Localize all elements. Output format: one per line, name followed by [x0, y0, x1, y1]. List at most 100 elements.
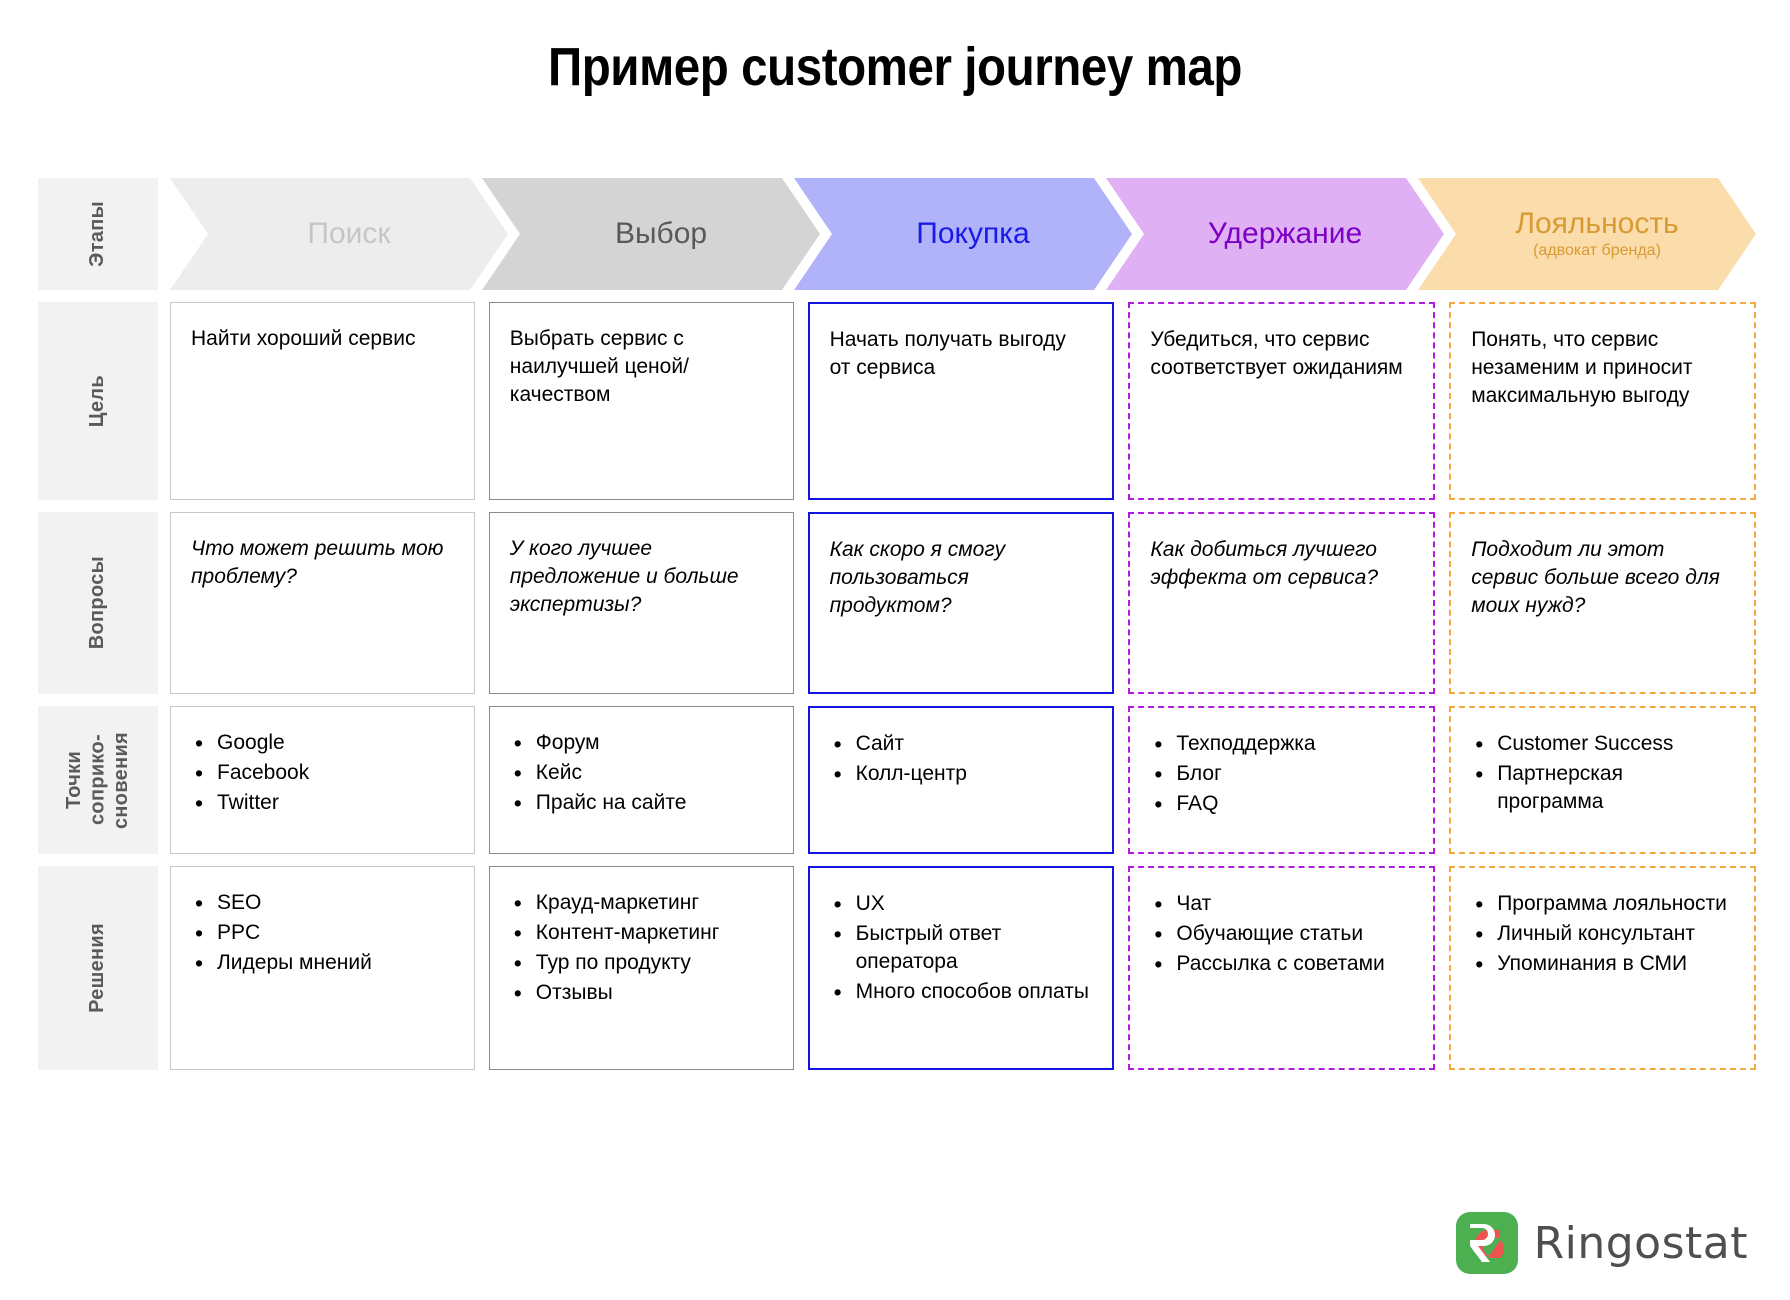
row-cells: GoogleFacebookTwitter ФорумКейсПрайс на с… [170, 706, 1756, 854]
cell-r4-c5[interactable]: Программа лояльностиЛичный консультантУп… [1449, 866, 1756, 1070]
row-cells: Что может решить мою проблему? У кого луч… [170, 512, 1756, 694]
stage-arrow-1[interactable]: Поиск [170, 178, 508, 290]
stage-arrow-3[interactable]: Покупка [794, 178, 1132, 290]
cell-r4-c4[interactable]: ЧатОбучающие статьиРассылка с советами [1128, 866, 1436, 1070]
row-label-4: Решения [38, 866, 158, 1070]
cell-r2-c3[interactable]: Как скоро я смогу пользоваться продуктом… [807, 512, 1115, 694]
stage-label: Удержание [1207, 217, 1363, 251]
cell-r4-c2[interactable]: Крауд-маркетингКонтент-маркетингТур по п… [488, 866, 794, 1070]
list-item: Тур по продукту [510, 948, 773, 978]
stage-arrows: Поиск Выбор Покупка Удержание Лояльность (адв… [170, 178, 1756, 290]
cell-r2-c4[interactable]: Как добиться лучшего эффекта от сервиса? [1128, 512, 1436, 694]
list-item: Обучающие статьи [1150, 919, 1413, 949]
cell-r1-c4[interactable]: Убедиться, что сервис соответствует ожид… [1128, 302, 1436, 500]
list-item: Много способов оплаты [830, 977, 1093, 1007]
map-row-1: Цель Найти хороший сервис Выбрать сервис с… [38, 302, 1756, 500]
cell-r4-c1[interactable]: SEOPPCЛидеры мнений [170, 866, 475, 1070]
cell-text: У кого лучшее предложение и больше экспе… [509, 537, 739, 616]
list-item: Программа лояльности [1471, 889, 1734, 919]
cell-r4-c3[interactable]: UXБыстрый ответ оператораМного способов … [807, 866, 1115, 1070]
cell-text: Подходит ли этот сервис больше всего для… [1471, 538, 1720, 617]
stage-label: Лояльность [1515, 207, 1679, 241]
stage-arrow-4[interactable]: Удержание [1106, 178, 1444, 290]
cell-r3-c5[interactable]: Customer SuccessПартнерская программа [1449, 706, 1756, 854]
cell-r3-c3[interactable]: СайтКолл-центр [807, 706, 1115, 854]
list-item: Рассылка с советами [1150, 949, 1413, 979]
cell-text: Как добиться лучшего эффекта от сервиса? [1150, 538, 1379, 589]
map-row-2: Вопросы Что может решить мою проблему? У к… [38, 512, 1756, 694]
stage-arrow-2[interactable]: Выбор [482, 178, 820, 290]
cell-r1-c5[interactable]: Понять, что сервис незаменим и приносит … [1449, 302, 1756, 500]
cell-list: ЧатОбучающие статьиРассылка с советами [1150, 889, 1413, 979]
ringostat-logo: Ringostat [1455, 1212, 1748, 1274]
list-item: Личный консультант [1471, 919, 1734, 949]
cell-text: Убедиться, что сервис соответствует ожид… [1150, 328, 1403, 379]
cell-r2-c2[interactable]: У кого лучшее предложение и больше экспе… [488, 512, 794, 694]
cell-list: Customer SuccessПартнерская программа [1471, 729, 1734, 816]
cell-r1-c3[interactable]: Начать получать выгоду от сервиса [807, 302, 1115, 500]
map-row-3: Точки соприко- сновения GoogleFacebookTwi… [38, 706, 1756, 854]
cell-text: Как скоро я смогу пользоваться продуктом… [829, 538, 1006, 617]
list-item: Крауд-маркетинг [510, 888, 773, 918]
list-item: Форум [510, 728, 773, 758]
cell-r2-c1[interactable]: Что может решить мою проблему? [170, 512, 475, 694]
stage-sublabel: (адвокат бренда) [1533, 241, 1661, 259]
row-label-text: Вопросы [86, 556, 109, 650]
cell-r3-c4[interactable]: ТехподдержкаБлогFAQ [1128, 706, 1436, 854]
row-cells: Найти хороший сервис Выбрать сервис с наи… [170, 302, 1756, 500]
stage-label: Выбор [614, 217, 708, 251]
list-item: Customer Success [1471, 729, 1734, 759]
row-label-text: Решения [86, 923, 109, 1013]
list-item: Техподдержка [1150, 729, 1413, 759]
page-title: Пример customer journey map [548, 37, 1242, 97]
list-item: Отзывы [510, 978, 773, 1008]
list-item: Быстрый ответ оператора [830, 919, 1093, 976]
ringostat-logo-icon [1455, 1212, 1518, 1274]
list-item: PPC [191, 918, 454, 948]
stage-label: Покупка [916, 217, 1030, 251]
cell-list: ТехподдержкаБлогFAQ [1150, 729, 1413, 819]
row-cells: SEOPPCЛидеры мнений Крауд-маркетингКонтен… [170, 866, 1756, 1070]
cell-r2-c5[interactable]: Подходит ли этот сервис больше всего для… [1449, 512, 1756, 694]
list-item: Кейс [510, 758, 773, 788]
list-item: Лидеры мнений [191, 948, 454, 978]
row-label-1: Цель [38, 302, 158, 500]
list-item: Facebook [191, 758, 454, 788]
list-item: UX [830, 889, 1093, 919]
cell-list: SEOPPCЛидеры мнений [191, 888, 454, 978]
row-label-text: Цель [86, 374, 109, 428]
list-item: Партнерская программа [1471, 759, 1734, 816]
cell-r3-c1[interactable]: GoogleFacebookTwitter [170, 706, 475, 854]
stage-label: Поиск [307, 217, 391, 251]
cell-list: ФорумКейсПрайс на сайте [510, 728, 773, 818]
row-label-stages-text: Этапы [86, 201, 109, 267]
customer-journey-map: Этапы Поиск Выбор Покупка Удержание Лояльнос… [38, 178, 1756, 1082]
stage-arrow-5[interactable]: Лояльность (адвокат бренда) [1418, 178, 1756, 290]
list-item: Блог [1150, 759, 1413, 789]
list-item: Сайт [830, 729, 1093, 759]
cell-text: Что может решить мою проблему? [191, 537, 444, 588]
cell-list: UXБыстрый ответ оператораМного способов … [830, 889, 1093, 1007]
list-item: SEO [191, 888, 454, 918]
row-label-stages: Этапы [38, 178, 158, 290]
cell-r3-c2[interactable]: ФорумКейсПрайс на сайте [488, 706, 794, 854]
list-item: Прайс на сайте [510, 788, 773, 818]
row-label-3: Точки соприко- сновения [38, 706, 158, 854]
cell-r1-c1[interactable]: Найти хороший сервис [170, 302, 475, 500]
map-row-4: Решения SEOPPCЛидеры мнений Крауд-маркетин… [38, 866, 1756, 1070]
cell-list: Крауд-маркетингКонтент-маркетингТур по п… [510, 888, 773, 1008]
cell-text: Найти хороший сервис [191, 327, 416, 350]
cell-text: Начать получать выгоду от сервиса [829, 328, 1066, 379]
cell-text: Выбрать сервис с наилучшей ценой/качеств… [509, 327, 689, 406]
row-label-2: Вопросы [38, 512, 158, 694]
list-item: Контент-маркетинг [510, 918, 773, 948]
ringostat-wordmark: Ringostat [1533, 1217, 1748, 1269]
list-item: FAQ [1150, 789, 1413, 819]
stages-row: Этапы Поиск Выбор Покупка Удержание Лояльнос… [38, 178, 1756, 290]
cell-text: Понять, что сервис незаменим и приносит … [1471, 328, 1693, 407]
cell-list: СайтКолл-центр [830, 729, 1093, 789]
list-item: Колл-центр [830, 759, 1093, 789]
list-item: Упоминания в СМИ [1471, 949, 1734, 979]
cell-r1-c2[interactable]: Выбрать сервис с наилучшей ценой/качеств… [488, 302, 794, 500]
list-item: Чат [1150, 889, 1413, 919]
